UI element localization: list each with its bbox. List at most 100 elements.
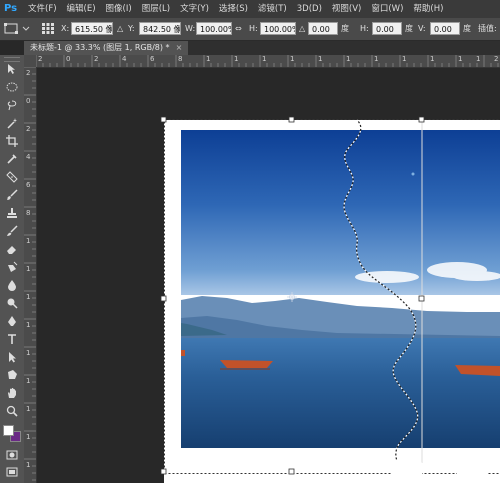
handle-bottom-left[interactable] <box>160 468 167 475</box>
handle-middle-left[interactable] <box>160 295 167 302</box>
marquee-icon[interactable] <box>4 80 20 94</box>
height-field[interactable]: 100.00% <box>260 22 296 35</box>
y-field[interactable]: 842.50 像 <box>139 22 181 35</box>
history-brush-icon[interactable] <box>4 224 20 238</box>
menu-bar: Ps 文件(F) 编辑(E) 图像(I) 图层(L) 文字(Y) 选择(S) 滤… <box>0 0 500 19</box>
menu-3d[interactable]: 3D(D) <box>297 3 322 15</box>
boat-left <box>220 360 273 370</box>
vskew-label: V: <box>418 24 426 33</box>
h-label: H: <box>249 24 258 33</box>
vertical-ruler: 2 0 2 4 6 8 1 1 1 1 1 1 1 1 1 <box>24 67 37 483</box>
stamp-icon[interactable] <box>4 206 20 220</box>
ruler-h-label: 2 <box>494 55 499 63</box>
chevron-down-icon[interactable] <box>22 23 30 34</box>
brush-icon[interactable] <box>4 188 20 202</box>
ruler-v-label: 8 <box>26 209 31 217</box>
ruler-h-label: 1 <box>458 55 463 63</box>
handle-bottom-middle[interactable] <box>288 468 295 475</box>
ruler-h-label: 1 <box>206 55 211 63</box>
vskew-field[interactable]: 0.00 <box>430 22 460 35</box>
eyedropper-icon[interactable] <box>4 152 20 166</box>
ruler-v-label: 1 <box>26 293 31 301</box>
foreground-color-swatch[interactable] <box>3 425 14 436</box>
photo-layer <box>181 130 500 448</box>
width-field[interactable]: 100.00% <box>196 22 232 35</box>
menu-file[interactable]: 文件(F) <box>28 3 57 15</box>
ruler-h-label: 0 <box>66 55 71 63</box>
handle-top-right[interactable] <box>418 116 425 123</box>
menu-image[interactable]: 图像(I) <box>106 3 132 15</box>
menu-help[interactable]: 帮助(H) <box>413 3 443 15</box>
interpolation-label: 插值: <box>478 24 497 33</box>
rotate-degree-label: 度 <box>341 24 349 33</box>
x-label: X: <box>61 24 70 33</box>
wave-fragment <box>392 456 422 483</box>
ruler-corner <box>24 55 36 67</box>
rotate-icon: △ <box>299 24 306 33</box>
ruler-h-label: 1 <box>318 55 323 63</box>
hskew-degree-label: 度 <box>405 24 413 33</box>
handle-middle-right[interactable] <box>418 295 425 302</box>
document-tab-title: 未标题-1 @ 33.3% (图层 1, RGB/8) * <box>30 43 170 52</box>
link-icon[interactable]: ⇔ <box>235 22 242 35</box>
menu-layer[interactable]: 图层(L) <box>142 3 170 15</box>
gradient-icon[interactable] <box>4 260 20 274</box>
crop-icon[interactable] <box>4 134 20 148</box>
photoshop-logo: Ps <box>4 3 18 14</box>
ruler-h-label: 2 <box>94 55 99 63</box>
ruler-v-label: 1 <box>26 377 31 385</box>
healing-icon[interactable] <box>4 170 20 184</box>
hskew-field[interactable]: 0.00 <box>372 22 402 35</box>
ruler-h-label: 2 <box>38 55 43 63</box>
reference-point-icon[interactable] <box>42 23 54 34</box>
ruler-h-label: 1 <box>346 55 351 63</box>
tools-panel <box>0 55 25 483</box>
hand-icon[interactable] <box>4 386 20 400</box>
blur-icon[interactable] <box>4 278 20 292</box>
screen-mode-icon[interactable] <box>4 465 20 479</box>
ruler-h-label: 6 <box>150 55 155 63</box>
ruler-v-label: 6 <box>26 181 31 189</box>
dodge-icon[interactable] <box>4 296 20 310</box>
document-canvas[interactable] <box>37 68 500 483</box>
ruler-v-label: 1 <box>26 405 31 413</box>
boat-small <box>181 350 185 356</box>
menu-items: 文件(F) 编辑(E) 图像(I) 图层(L) 文字(Y) 选择(S) 滤镜(T… <box>28 3 453 15</box>
triangle-icon[interactable]: △ <box>117 22 123 35</box>
handle-top-left[interactable] <box>160 116 167 123</box>
ruler-h-label: 1 <box>402 55 407 63</box>
zoom-icon[interactable] <box>4 404 20 418</box>
transform-tool-icon[interactable] <box>4 23 18 34</box>
quick-mask-icon[interactable] <box>4 448 20 462</box>
path-select-icon[interactable] <box>4 350 20 364</box>
magic-wand-icon[interactable] <box>4 116 20 130</box>
canvas-area[interactable] <box>37 68 500 483</box>
menu-window[interactable]: 窗口(W) <box>371 3 403 15</box>
vskew-degree-label: 度 <box>463 24 471 33</box>
menu-view[interactable]: 视图(V) <box>332 3 361 15</box>
move-icon[interactable] <box>4 62 20 76</box>
lasso-icon[interactable] <box>4 98 20 112</box>
menu-type[interactable]: 文字(Y) <box>180 3 209 15</box>
ruler-h-label: 1 <box>374 55 379 63</box>
menu-edit[interactable]: 编辑(E) <box>67 3 96 15</box>
pen-icon[interactable] <box>4 314 20 328</box>
ruler-h-label: 8 <box>178 55 183 63</box>
eraser-icon[interactable] <box>4 242 20 256</box>
y-label: Y: <box>128 24 135 33</box>
document-tab[interactable]: 未标题-1 @ 33.3% (图层 1, RGB/8) * × <box>24 41 189 55</box>
hskew-label: H: <box>360 24 369 33</box>
lake <box>181 338 500 448</box>
menu-select[interactable]: 选择(S) <box>219 3 248 15</box>
options-bar: X: 615.50 像 △ Y: 842.50 像 W: 100.00% ⇔ H… <box>0 18 500 41</box>
close-icon[interactable]: × <box>176 43 183 52</box>
document-tab-bar: 未标题-1 @ 33.3% (图层 1, RGB/8) * × <box>24 41 500 56</box>
x-field[interactable]: 615.50 像 <box>71 22 113 35</box>
handle-top-middle[interactable] <box>288 116 295 123</box>
ruler-h-label: 1 <box>290 55 295 63</box>
rotate-field[interactable]: 0.00 <box>308 22 338 35</box>
type-icon[interactable] <box>4 332 20 346</box>
menu-filter[interactable]: 滤镜(T) <box>258 3 287 15</box>
ruler-h-label: 4 <box>122 55 127 63</box>
shape-icon[interactable] <box>4 368 20 382</box>
